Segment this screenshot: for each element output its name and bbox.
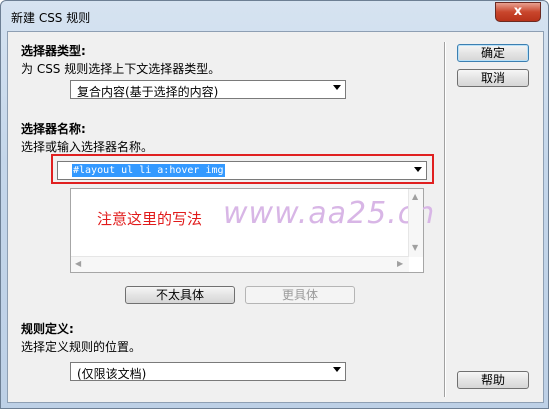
vertical-scrollbar[interactable]: ▲ ▼ (408, 189, 423, 257)
scroll-right-icon[interactable]: ▶ (397, 259, 403, 269)
scroll-down-icon[interactable]: ▼ (412, 243, 418, 253)
selector-name-description: 选择或输入选择器名称。 (21, 140, 154, 154)
rule-definition-description: 选择定义规则的位置。 (21, 340, 142, 354)
title-bar[interactable]: 新建 CSS 规则 x (1, 1, 548, 31)
watermark-text: www.aa25.cn (223, 196, 436, 231)
selector-name-combobox[interactable]: #layout ul li a:hover img (57, 161, 427, 180)
selector-type-select[interactable]: 复合内容(基于选择的内容) (70, 80, 346, 99)
annotation-text: 注意这里的写法 (97, 210, 203, 228)
selector-name-heading: 选择器名称: (21, 122, 86, 136)
vertical-divider (444, 42, 445, 397)
horizontal-scrollbar[interactable]: ◀ ▶ (71, 256, 409, 272)
more-specific-button[interactable]: 更具体 (245, 286, 355, 304)
help-button[interactable]: 帮助 (457, 371, 529, 389)
chevron-down-icon[interactable] (414, 167, 422, 172)
rule-definition-select[interactable]: (仅限该文档) (70, 362, 346, 381)
rule-definition-heading: 规则定义: (21, 322, 74, 336)
less-specific-button[interactable]: 不太具体 (125, 286, 235, 304)
ok-button[interactable]: 确定 (457, 44, 529, 62)
close-button[interactable]: x (495, 2, 541, 22)
dialog-body: 选择器类型: 为 CSS 规则选择上下文选择器类型。 复合内容(基于选择的内容)… (7, 31, 544, 403)
rule-definition-value: (仅限该文档) (77, 367, 147, 381)
dialog-window: 新建 CSS 规则 x 选择器类型: 为 CSS 规则选择上下文选择器类型。 复… (0, 0, 549, 409)
window-title: 新建 CSS 规则 (11, 11, 91, 25)
scroll-left-icon[interactable]: ◀ (75, 259, 81, 269)
selector-type-description: 为 CSS 规则选择上下文选择器类型。 (21, 62, 221, 76)
cancel-button[interactable]: 取消 (457, 69, 529, 87)
selector-name-input[interactable]: #layout ul li a:hover img (72, 164, 225, 177)
chevron-down-icon (333, 367, 341, 372)
scroll-up-icon[interactable]: ▲ (412, 192, 418, 202)
selector-type-value: 复合内容(基于选择的内容) (77, 85, 219, 99)
chevron-down-icon (333, 85, 341, 90)
selector-preview-box: www.aa25.cn 注意这里的写法 ▲ ▼ ◀ ▶ (70, 188, 434, 273)
selector-type-heading: 选择器类型: (21, 44, 86, 58)
close-icon: x (513, 4, 523, 19)
